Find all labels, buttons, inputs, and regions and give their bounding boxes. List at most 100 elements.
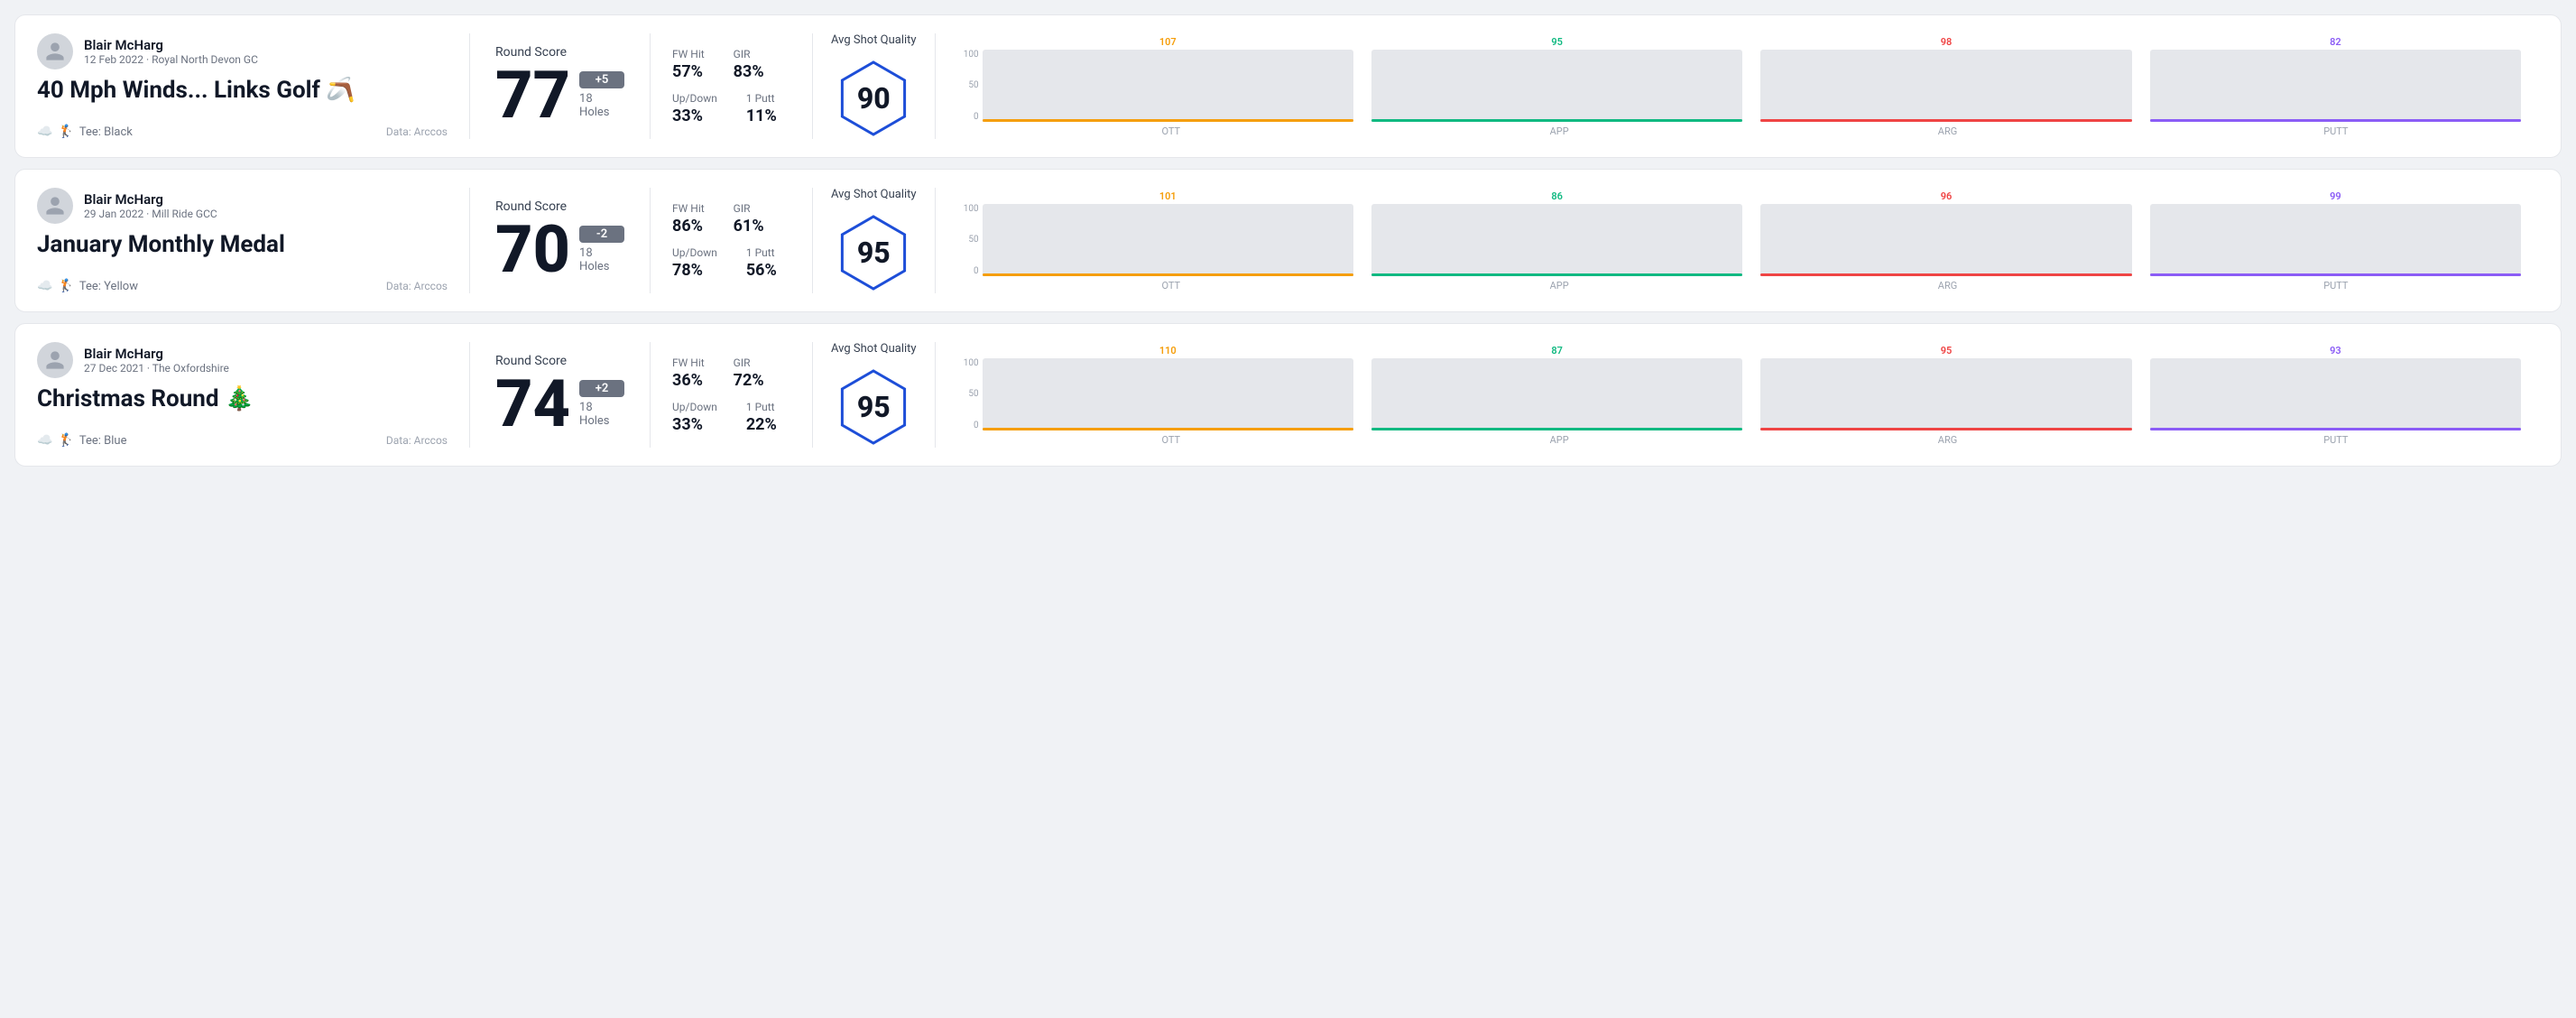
card-left-section: Blair McHarg 27 Dec 2021 · The Oxfordshi… [37,342,470,448]
bar-marker [1371,119,1742,122]
score-main: 77 +5 18 Holes [495,63,624,128]
stats-section: FW Hit 36% GIR 72% Up/Down 33% 1 Putt 22… [651,342,813,448]
x-label-putt: PUTT [2151,434,2521,446]
score-badge: +2 [579,380,624,397]
bar-value-label: 95 [1551,36,1563,48]
bar-value-label: 99 [2330,190,2341,202]
bar-value-label: 96 [1941,190,1953,202]
avatar [37,342,73,378]
user-meta: 12 Feb 2022 · Royal North Devon GC [84,53,258,66]
chart-container: 100 50 0 101 86 [961,190,2521,292]
bar-bg [2150,358,2521,430]
stats-section: FW Hit 86% GIR 61% Up/Down 78% 1 Putt 56… [651,188,813,293]
bag-icon: 🏌️ [58,125,73,139]
avatar [37,33,73,69]
stats-row-top: FW Hit 57% GIR 83% [672,48,790,81]
bar-value-label: 93 [2330,345,2341,356]
quality-score: 95 [857,390,891,424]
user-row: Blair McHarg 29 Jan 2022 · Mill Ride GCC [37,188,448,224]
fw-hit-stat: FW Hit 57% [672,48,705,81]
bar-arg: 96 [1760,190,2131,276]
bar-marker [983,119,1353,122]
data-source: Data: Arccos [386,280,448,292]
y-bottom: 0 [961,112,979,122]
card-footer: ☁️ 🏌️ Tee: Yellow Data: Arccos [37,279,448,293]
updown-value: 78% [672,261,717,280]
y-axis: 100 50 0 [961,50,983,122]
fw-hit-stat: FW Hit 36% [672,356,705,390]
bar-inner [1371,71,1742,122]
quality-section: Avg Shot Quality 90 [813,33,936,139]
oneputt-value: 56% [746,261,777,280]
user-row: Blair McHarg 12 Feb 2022 · Royal North D… [37,33,448,69]
bar-value-label: 98 [1941,36,1953,48]
y-mid: 50 [961,235,979,245]
bar-inner [1760,376,2131,430]
quality-score: 95 [857,236,891,270]
gir-value: 72% [734,371,764,390]
score-number: 70 [495,217,570,282]
bar-bg [1760,50,2131,122]
score-holes: 18 Holes [579,401,624,428]
bar-bg [1760,358,2131,430]
oneputt-stat: 1 Putt 22% [746,401,777,434]
y-mid: 50 [961,389,979,399]
x-label-ott: OTT [986,125,1356,137]
round-card-1: Blair McHarg 12 Feb 2022 · Royal North D… [14,14,2562,158]
bar-putt: 82 [2150,36,2521,122]
bar-inner [1760,68,2131,122]
bars-group: 101 86 96 99 [983,190,2521,276]
score-holes: 18 Holes [579,92,624,119]
x-label-arg: ARG [1762,125,2132,137]
quality-section: Avg Shot Quality 95 [813,342,936,448]
quality-label: Avg Shot Quality [831,188,917,201]
score-section: Round Score 70 -2 18 Holes [470,188,651,293]
gir-stat: GIR 61% [734,202,764,236]
bar-bg [983,204,1353,276]
user-name: Blair McHarg [84,37,258,53]
user-meta: 29 Jan 2022 · Mill Ride GCC [84,208,217,220]
updown-value: 33% [672,106,717,125]
quality-label: Avg Shot Quality [831,33,917,47]
bar-marker [1760,119,2131,122]
round-title: Christmas Round 🎄 [37,385,448,412]
updown-stat: Up/Down 78% [672,246,717,280]
y-top: 100 [961,204,979,214]
card-footer: ☁️ 🏌️ Tee: Blue Data: Arccos [37,433,448,448]
bar-ott: 107 [983,36,1353,122]
updown-stat: Up/Down 33% [672,401,717,434]
bar-marker [2150,273,2521,276]
oneputt-label: 1 Putt [746,246,777,259]
card-left-section: Blair McHarg 12 Feb 2022 · Royal North D… [37,33,470,139]
bar-app: 95 [1371,36,1742,122]
bar-app: 86 [1371,190,1742,276]
x-labels: OTT APP ARG PUTT [961,125,2521,137]
bar-bg [1760,204,2131,276]
weather-icon: ☁️ [37,279,52,293]
chart-section: 100 50 0 107 95 [936,33,2539,139]
bar-marker [983,273,1353,276]
x-label-ott: OTT [986,434,1356,446]
bar-bg [983,358,1353,430]
card-left-section: Blair McHarg 29 Jan 2022 · Mill Ride GCC… [37,188,470,293]
y-top: 100 [961,50,979,60]
stats-row-bottom: Up/Down 33% 1 Putt 11% [672,92,790,125]
tee-info: ☁️ 🏌️ Tee: Yellow [37,279,138,293]
bar-value-label: 101 [1159,190,1177,202]
score-section: Round Score 74 +2 18 Holes [470,342,651,448]
bar-value-label: 95 [1941,345,1953,356]
x-label-app: APP [1374,280,1744,292]
bar-inner [1371,229,1742,276]
data-source: Data: Arccos [386,125,448,138]
bar-marker [1760,273,2131,276]
score-badge: +5 [579,71,624,88]
stats-row-bottom: Up/Down 33% 1 Putt 22% [672,401,790,434]
bar-inner [983,60,1353,122]
data-source: Data: Arccos [386,434,448,447]
user-info: Blair McHarg 27 Dec 2021 · The Oxfordshi… [84,346,229,375]
x-label-app: APP [1374,125,1744,137]
stats-row-bottom: Up/Down 78% 1 Putt 56% [672,246,790,280]
x-labels: OTT APP ARG PUTT [961,434,2521,446]
avatar [37,188,73,224]
bar-bg [2150,50,2521,122]
